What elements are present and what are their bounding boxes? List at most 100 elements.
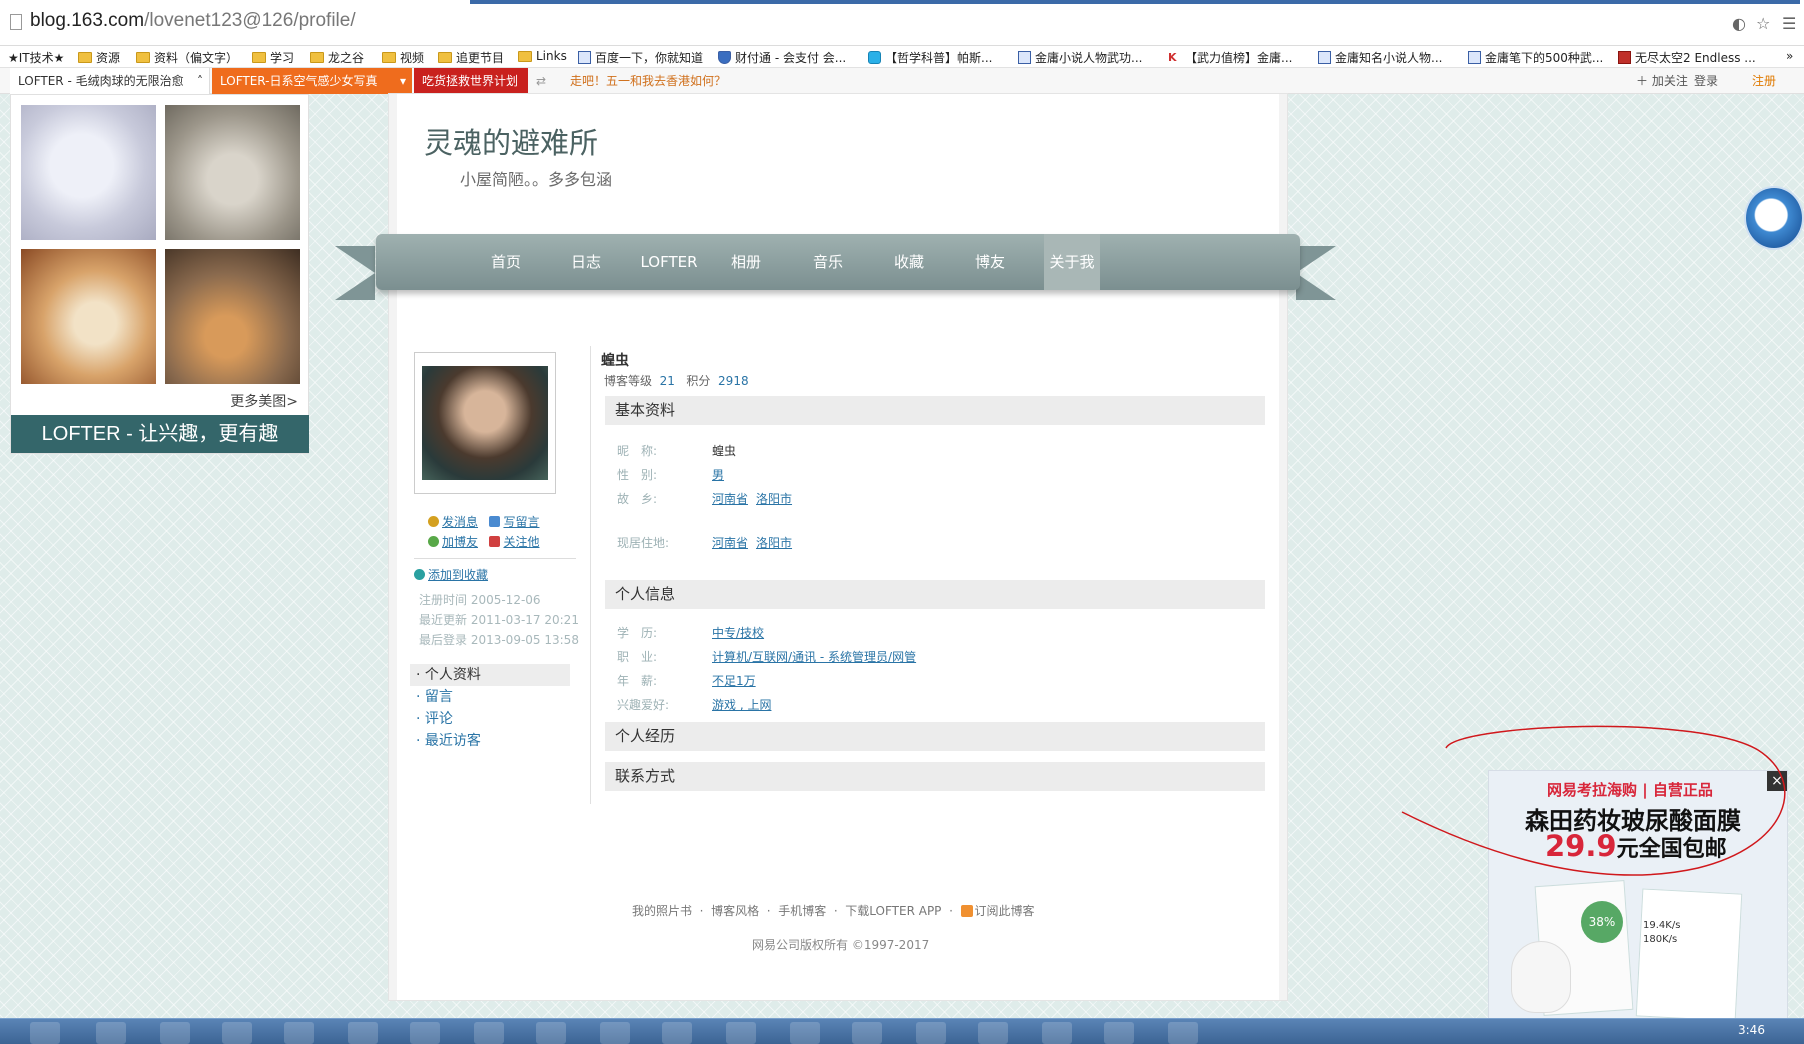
- menu-profile[interactable]: · 个人资料: [410, 664, 570, 686]
- photo-book-link[interactable]: 我的照片书: [632, 904, 692, 918]
- field-label: 学 历:: [617, 626, 658, 640]
- bookmark-folder[interactable]: 资料（偏文字）: [136, 49, 238, 66]
- nav-diary[interactable]: 日志: [558, 234, 614, 290]
- app-icon[interactable]: [1104, 1022, 1134, 1044]
- download-lofter-link[interactable]: 下载LOFTER APP: [845, 904, 941, 918]
- cat-photo[interactable]: [21, 105, 156, 240]
- baidu-icon: [1468, 51, 1481, 64]
- register-link[interactable]: 注册: [1744, 68, 1784, 94]
- bird-mascot-icon[interactable]: [1744, 186, 1804, 250]
- send-message-link[interactable]: 发消息: [442, 515, 478, 529]
- bookmark-folder[interactable]: 视频: [382, 49, 424, 66]
- bookmark-item[interactable]: 财付通 - 会支付 会...: [718, 49, 846, 66]
- bookmark-folder[interactable]: 龙之谷: [310, 49, 364, 66]
- login-link[interactable]: 登录: [1686, 68, 1726, 94]
- menu-comments[interactable]: · 评论: [410, 708, 570, 730]
- menu-recent-visitors[interactable]: · 最近访客: [410, 730, 570, 752]
- app-icon[interactable]: [536, 1022, 566, 1044]
- residence-province-link[interactable]: 河南省: [712, 536, 748, 550]
- app-icon[interactable]: [916, 1022, 946, 1044]
- hometown-city-link[interactable]: 洛阳市: [756, 492, 792, 506]
- app-icon[interactable]: [852, 1022, 882, 1044]
- section-experience: 个人经历: [605, 722, 1265, 751]
- shuffle-icon[interactable]: ⇄: [532, 68, 558, 94]
- profile-name: 蝗虫: [601, 353, 629, 369]
- nav-about-me[interactable]: 关于我: [1044, 234, 1100, 290]
- app-icon[interactable]: [348, 1022, 378, 1044]
- app-icon[interactable]: [790, 1022, 820, 1044]
- subscribe-link[interactable]: 订阅此博客: [975, 904, 1035, 918]
- more-photos-link[interactable]: 更多美图>: [230, 391, 298, 411]
- bookmark-folder[interactable]: 学习: [252, 49, 294, 66]
- field-value: 河南省 洛阳市: [712, 490, 800, 507]
- system-clock[interactable]: 3:46: [1738, 1023, 1765, 1037]
- gender-link[interactable]: 男: [712, 468, 724, 482]
- bookmark-item[interactable]: K 【武力值榜】金庸...: [1168, 49, 1292, 66]
- write-message-link[interactable]: 写留言: [503, 515, 539, 529]
- bookmark-item[interactable]: ★IT技术★: [8, 49, 64, 66]
- bookmark-item[interactable]: 金庸笔下的500种武...: [1468, 49, 1603, 66]
- url-path: /lovenet123@126/profile/: [144, 10, 356, 31]
- hometown-province-link[interactable]: 河南省: [712, 492, 748, 506]
- lofter-tab-3[interactable]: 吃货拯救世界计划: [414, 68, 528, 94]
- cat-photo[interactable]: [165, 249, 300, 384]
- explorer-icon[interactable]: [30, 1022, 60, 1044]
- education-link[interactable]: 中专/技校: [712, 626, 764, 640]
- app-icon[interactable]: [978, 1022, 1008, 1044]
- app-icon[interactable]: [222, 1022, 252, 1044]
- app-icon[interactable]: [96, 1022, 126, 1044]
- nav-music[interactable]: 音乐: [800, 234, 856, 290]
- word-icon[interactable]: [1168, 1022, 1198, 1044]
- bookmark-item[interactable]: 无尽太空2 Endless ...: [1618, 49, 1756, 66]
- app-icon[interactable]: [160, 1022, 190, 1044]
- app-icon[interactable]: [410, 1022, 440, 1044]
- app-icon[interactable]: [662, 1022, 692, 1044]
- rss-icon: [960, 905, 973, 917]
- bookmark-item[interactable]: 百度一下，你就知道: [578, 49, 703, 66]
- address-bar[interactable]: blog.163.com/lovenet123@126/profile/ ◐ ☆…: [0, 0, 1804, 46]
- hobbies-link[interactable]: 游戏 , 上网: [712, 698, 771, 712]
- occupation-link[interactable]: 计算机/互联网/通讯 - 系统管理员/网管: [712, 650, 916, 664]
- lofter-slogan-banner[interactable]: LOFTER - 让兴趣，更有趣: [11, 415, 309, 453]
- bookmark-folder[interactable]: 资源: [78, 49, 120, 66]
- browser-icon[interactable]: [726, 1022, 756, 1044]
- nav-friends[interactable]: 博友: [962, 234, 1018, 290]
- extension-icon[interactable]: ◐: [1732, 14, 1746, 33]
- url-field[interactable]: blog.163.com/lovenet123@126/profile/: [30, 10, 356, 32]
- lofter-tab-1[interactable]: LOFTER - 毛绒肉球的无限治愈 ˄: [10, 68, 210, 94]
- blog-style-link[interactable]: 博客风格: [711, 904, 759, 918]
- ribbon-left-decoration: [335, 246, 375, 300]
- add-friend-link[interactable]: 加博友: [442, 535, 478, 549]
- bookmark-folder[interactable]: Links: [518, 49, 567, 63]
- follow-him-link[interactable]: 关注他: [503, 535, 539, 549]
- mobile-blog-link[interactable]: 手机博客: [778, 904, 826, 918]
- bookmark-star-icon[interactable]: ☆: [1756, 14, 1770, 33]
- avatar[interactable]: [422, 366, 548, 480]
- cat-photo[interactable]: [165, 105, 300, 240]
- app-icon[interactable]: [284, 1022, 314, 1044]
- profile-level: 博客等级 21 积分 2918: [604, 374, 749, 388]
- nav-lofter[interactable]: LOFTER: [632, 234, 706, 290]
- more-bookmarks-chevron-icon[interactable]: »: [1786, 49, 1793, 63]
- menu-messages[interactable]: · 留言: [410, 686, 570, 708]
- bookmark-item[interactable]: 【哲学科普】帕斯...: [868, 49, 992, 66]
- nav-favorites[interactable]: 收藏: [881, 234, 937, 290]
- promo-link[interactable]: 走吧！五一和我去香港如何？: [562, 68, 734, 94]
- advertisement[interactable]: × 网易考拉海购 | 自营正品 森田药妆玻尿酸面膜 29.9元全国包邮 38% …: [1488, 770, 1788, 1022]
- nav-album[interactable]: 相册: [718, 234, 774, 290]
- bookmark-folder[interactable]: 追更节目: [438, 49, 504, 66]
- app-icon[interactable]: [1042, 1022, 1072, 1044]
- salary-link[interactable]: 不足1万: [712, 674, 756, 688]
- app-icon[interactable]: [474, 1022, 504, 1044]
- residence-city-link[interactable]: 洛阳市: [756, 536, 792, 550]
- menu-icon[interactable]: ☰: [1782, 14, 1796, 33]
- app-icon[interactable]: [600, 1022, 630, 1044]
- lofter-tab-2[interactable]: LOFTER-日系空气感少女写真 ▾: [212, 68, 412, 94]
- cat-photo[interactable]: [21, 249, 156, 384]
- blog-title[interactable]: 灵魂的避难所: [424, 120, 598, 162]
- bookmark-item[interactable]: 金庸小说人物武功...: [1018, 49, 1142, 66]
- add-favorite-link[interactable]: 添加到收藏: [414, 566, 488, 583]
- bookmark-item[interactable]: 金庸知名小说人物...: [1318, 49, 1442, 66]
- nav-home[interactable]: 首页: [478, 234, 534, 290]
- close-ad-button[interactable]: ×: [1767, 771, 1787, 791]
